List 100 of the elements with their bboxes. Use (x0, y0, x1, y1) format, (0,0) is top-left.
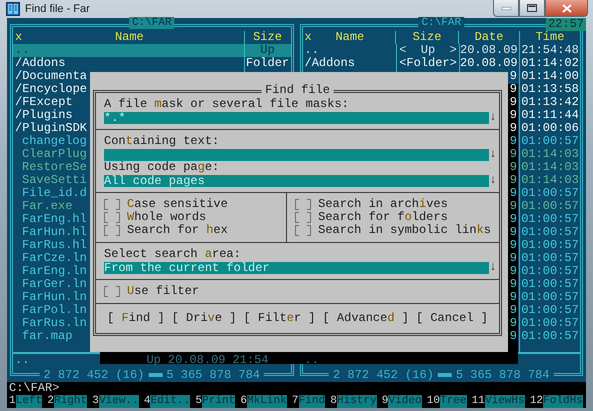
file-name: /Addons (15, 57, 66, 70)
panel-path: C:\FAR (128, 17, 175, 29)
status-time: 21:54 (232, 354, 268, 367)
file-time: 01:13:42 (521, 96, 579, 109)
file-date: 9 (510, 226, 517, 239)
file-time: 21:54:48 (521, 44, 579, 57)
file-time: 01:00:57 (521, 304, 579, 317)
checkbox-label: Search for hex (127, 224, 228, 237)
file-time: 01:00:57 (521, 317, 579, 330)
field-label: A file mask or several file masks: (104, 98, 350, 111)
close-button[interactable] (545, 0, 588, 17)
file-name: /Documenta (15, 70, 88, 83)
column-header[interactable]: Time (536, 31, 564, 44)
checkbox[interactable] (104, 286, 120, 297)
file-date: 20.08.09 (460, 57, 518, 70)
sort-mark: x (15, 31, 22, 44)
file-name: .. (15, 44, 30, 57)
column-header[interactable]: Name (114, 31, 151, 44)
file-date: 9 (510, 330, 517, 343)
dialog-button[interactable]: [ Advanced ] (322, 312, 409, 325)
status-name: .. (15, 354, 30, 367)
file-date: 9 (510, 187, 517, 200)
file-date: 9 (510, 70, 517, 83)
minimize-icon (502, 6, 510, 10)
file-time: 01:00:57 (521, 330, 579, 343)
sort-mark: x (304, 31, 312, 44)
field-label: Containing text: (104, 135, 220, 148)
checkbox[interactable] (104, 225, 120, 236)
file-time: 01:00:57 (521, 265, 579, 278)
file-time: 01:00:57 (521, 226, 579, 239)
history-arrow[interactable]: ↓ (489, 111, 497, 124)
column-header[interactable]: Date (474, 31, 504, 44)
file-time: 01:00:57 (521, 135, 579, 148)
dialog-button[interactable]: [ Cancel ] (416, 312, 488, 325)
checkbox[interactable] (295, 199, 312, 210)
panel-total: 2 872 452 (16) (40, 369, 148, 382)
file-time: 01:00:57 (521, 239, 579, 252)
checkbox[interactable] (104, 212, 120, 223)
window-title: Find file - Far (25, 3, 91, 15)
file-date: 9 (510, 148, 517, 161)
status-size: Up (146, 354, 161, 367)
file-date: 9 (510, 252, 517, 265)
file-time: 01:14:02 (521, 57, 579, 70)
checkbox[interactable] (295, 212, 312, 223)
dialog-button[interactable]: [ Drive ] (172, 312, 236, 325)
file-date: 9 (510, 304, 517, 317)
file-time: 01:00:57 (521, 187, 579, 200)
app-icon (6, 2, 20, 16)
file-row[interactable]: /Addons <Folder> 20.08.09 01:14:02 (302, 57, 580, 70)
file-time: 01:00:57 (521, 291, 579, 304)
file-time: 01:14:00 (521, 70, 579, 83)
file-date: 9 (510, 96, 517, 109)
checkbox-label: Search for folders (318, 211, 448, 224)
history-arrow[interactable]: ↓ (489, 148, 497, 161)
file-date: 9 (510, 291, 517, 304)
file-time: 01:00:57 (521, 213, 579, 226)
column-header[interactable]: Name (335, 31, 372, 44)
file-row[interactable]: .. < Up > 20.08.09 21:54:48 (302, 44, 580, 57)
status-name: .. (304, 354, 319, 367)
file-date: 9 (510, 200, 517, 213)
input-field[interactable] (104, 148, 489, 160)
command-prompt: C:\FAR> (9, 381, 60, 395)
dialog-button[interactable]: [ Find ] (107, 312, 165, 325)
file-size: <Folder> (399, 57, 457, 70)
minimize-button[interactable] (493, 0, 519, 17)
file-row[interactable]: /Addons Folder (13, 57, 290, 70)
file-date: 9 (510, 278, 517, 291)
file-date: 9 (510, 317, 517, 330)
file-name: /PluginSDK (15, 122, 88, 135)
file-time: 01:13:58 (521, 83, 579, 96)
file-time: 01:00:57 (521, 252, 579, 265)
file-date: 9 (510, 109, 517, 122)
file-name: ClearPlug (21, 148, 87, 161)
checkbox[interactable] (104, 199, 120, 210)
file-size: Up (260, 44, 275, 57)
checkbox[interactable] (295, 225, 312, 236)
maximize-icon (527, 4, 537, 12)
file-date: 9 (510, 213, 517, 226)
checkbox-label: Search in archives (318, 198, 448, 211)
maximize-button[interactable] (519, 0, 545, 17)
file-date: 9 (510, 265, 517, 278)
file-date: 20.08.09 (460, 44, 518, 57)
column-header[interactable]: Size (253, 31, 282, 44)
panel-path: C:\FAR (418, 17, 464, 29)
column-header[interactable]: Size (412, 31, 442, 44)
file-date: 9 (510, 161, 517, 174)
file-date: 9 (510, 83, 517, 96)
file-date: 9 (510, 239, 517, 252)
file-time: 01:00:57 (521, 278, 579, 291)
file-time: 01:14:03 (521, 174, 579, 187)
dialog-button[interactable]: [ Filter ] (243, 312, 316, 325)
history-arrow[interactable]: ↓ (489, 174, 497, 187)
close-icon (562, 4, 572, 12)
field-label: Using code page: (104, 161, 220, 174)
file-date: 9 (510, 174, 517, 187)
checkbox-label: Whole words (127, 211, 206, 224)
file-name: .. (304, 44, 319, 57)
history-arrow[interactable]: ↓ (489, 261, 497, 274)
file-size: Folder (246, 57, 290, 70)
field-label: Select search area: (104, 248, 242, 261)
